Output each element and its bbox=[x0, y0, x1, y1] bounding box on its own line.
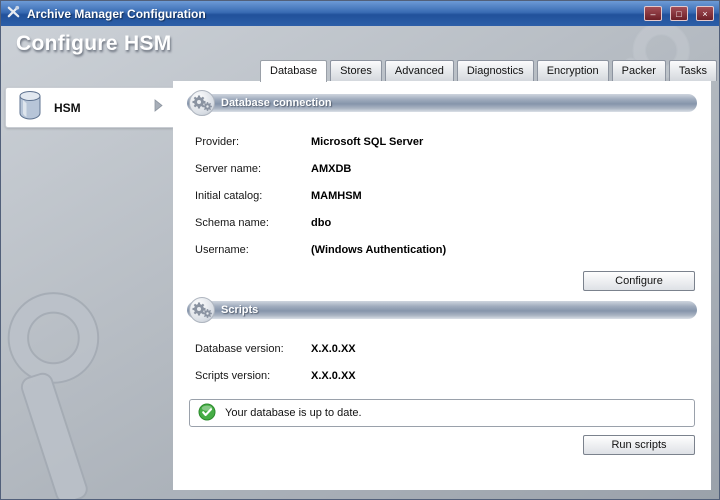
tab-packer[interactable]: Packer bbox=[611, 60, 666, 81]
database-icon bbox=[16, 90, 44, 125]
field-value: MAMHSM bbox=[311, 189, 362, 202]
database-connection-fields: Provider: Microsoft SQL Server Server na… bbox=[195, 128, 697, 263]
run-scripts-button[interactable]: Run scripts bbox=[583, 435, 695, 455]
field-row: Server name: AMXDB bbox=[195, 155, 697, 182]
tab-advanced[interactable]: Advanced bbox=[384, 60, 454, 81]
field-row: Username: (Windows Authentication) bbox=[195, 236, 697, 263]
field-value: Microsoft SQL Server bbox=[311, 135, 424, 148]
field-value: AMXDB bbox=[311, 162, 352, 175]
window-title: Archive Manager Configuration bbox=[27, 6, 206, 21]
field-value: (Windows Authentication) bbox=[311, 243, 447, 256]
tab-encryption[interactable]: Encryption bbox=[536, 60, 609, 81]
field-label: Database version: bbox=[195, 342, 284, 355]
field-row: Initial catalog: MAMHSM bbox=[195, 182, 697, 209]
field-label: Server name: bbox=[195, 162, 262, 175]
field-value: X.X.0.XX bbox=[311, 342, 356, 355]
configure-button[interactable]: Configure bbox=[583, 271, 695, 291]
field-label: Scripts version: bbox=[195, 369, 271, 382]
tab-stores[interactable]: Stores bbox=[330, 60, 382, 81]
app-window: Archive Manager Configuration – □ × Conf… bbox=[0, 0, 720, 500]
minimize-button[interactable]: – bbox=[644, 6, 662, 21]
field-label: Schema name: bbox=[195, 216, 269, 229]
field-value: X.X.0.XX bbox=[311, 369, 356, 382]
section-title: Database connection bbox=[221, 97, 332, 109]
check-circle-icon bbox=[198, 403, 216, 424]
maximize-button[interactable]: □ bbox=[670, 6, 688, 21]
chevron-right-icon bbox=[154, 98, 163, 117]
section-title: Scripts bbox=[221, 304, 259, 316]
tab-diagnostics[interactable]: Diagnostics bbox=[456, 60, 534, 81]
page-title: Configure HSM bbox=[16, 32, 172, 55]
field-row: Provider: Microsoft SQL Server bbox=[195, 128, 697, 155]
tools-icon bbox=[6, 4, 21, 24]
scripts-fields: Database version: X.X.0.XX Scripts versi… bbox=[195, 335, 697, 389]
tab-strip: Database Stores Advanced Diagnostics Enc… bbox=[260, 60, 718, 82]
gears-icon bbox=[189, 90, 215, 116]
sidebar-item-hsm[interactable]: HSM bbox=[5, 87, 173, 128]
status-message: Your database is up to date. bbox=[225, 407, 362, 419]
content-panel: Database connection Provider: Microsoft … bbox=[173, 81, 711, 490]
tab-database[interactable]: Database bbox=[260, 60, 328, 82]
wrench-watermark-icon bbox=[1, 279, 180, 499]
status-message-box: Your database is up to date. bbox=[189, 399, 695, 427]
field-label: Initial catalog: bbox=[195, 189, 263, 202]
field-value: dbo bbox=[311, 216, 332, 229]
field-row: Scripts version: X.X.0.XX bbox=[195, 362, 697, 389]
title-bar: Archive Manager Configuration – □ × bbox=[1, 1, 719, 26]
section-header-database-connection: Database connection bbox=[187, 90, 697, 116]
sidebar-item-label: HSM bbox=[54, 100, 81, 115]
field-label: Provider: bbox=[195, 135, 240, 148]
field-row: Schema name: dbo bbox=[195, 209, 697, 236]
tab-tasks[interactable]: Tasks bbox=[668, 60, 718, 81]
field-label: Username: bbox=[195, 243, 249, 256]
field-row: Database version: X.X.0.XX bbox=[195, 335, 697, 362]
close-button[interactable]: × bbox=[696, 6, 714, 21]
gears-icon bbox=[189, 297, 215, 323]
section-header-scripts: Scripts bbox=[187, 297, 697, 323]
